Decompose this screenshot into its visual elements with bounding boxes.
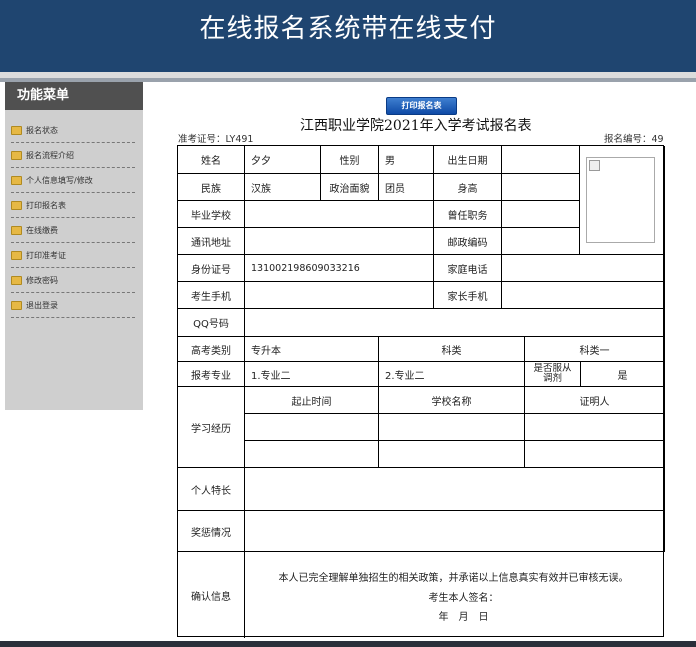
study-school-1 <box>379 414 525 441</box>
value-homephone <box>502 255 665 282</box>
sidebar-item-label: 打印准考证 <box>26 250 66 260</box>
sidebar-item-label: 打印报名表 <box>26 200 66 210</box>
label-period: 起止时间 <box>245 387 379 414</box>
study-period-2 <box>245 441 379 468</box>
value-school <box>245 201 434 228</box>
folder-icon <box>11 225 22 235</box>
value-gender: 男 <box>379 146 434 174</box>
sidebar-item-label: 退出登录 <box>26 300 58 310</box>
sidebar-item-process[interactable]: 报名流程介绍 <box>5 143 143 168</box>
folder-icon <box>11 150 22 160</box>
label-awards: 奖惩情况 <box>178 511 245 552</box>
label-confirm: 确认信息 <box>178 552 245 638</box>
sidebar-item-password[interactable]: 修改密码 <box>5 268 143 293</box>
label-specialty: 个人特长 <box>178 468 245 511</box>
sidebar-item-label: 报名流程介绍 <box>26 150 74 160</box>
value-ethnic: 汉族 <box>245 174 321 201</box>
sidebar-item-print-form[interactable]: 打印报名表 <box>5 193 143 218</box>
value-birth <box>502 146 580 174</box>
label-school-name: 学校名称 <box>379 387 525 414</box>
sidebar-item-label: 在线缴费 <box>26 225 58 235</box>
sidebar-menu: 报名状态 报名流程介绍 个人信息填写/修改 打印报名表 在线缴费 打印准考证 修… <box>5 118 143 318</box>
date-line: 年 月 日 <box>438 612 489 623</box>
label-mobile: 考生手机 <box>178 282 245 309</box>
value-position <box>502 201 580 228</box>
value-idcard: 131002198609033216 <box>245 255 434 282</box>
folder-icon <box>11 175 22 185</box>
signature-line: 考生本人签名： <box>428 593 499 604</box>
sidebar-item-logout[interactable]: 退出登录 <box>5 293 143 318</box>
folder-icon <box>11 250 22 260</box>
value-postcode <box>502 228 580 255</box>
broken-image-icon <box>589 160 600 171</box>
label-adjust: 是否服从调剂 <box>525 362 581 387</box>
sidebar-item-payment[interactable]: 在线缴费 <box>5 218 143 243</box>
value-adjust: 是 <box>581 362 665 387</box>
label-ethnic: 民族 <box>178 174 245 201</box>
label-postcode: 邮政编码 <box>434 228 502 255</box>
ticket-number: 准考证号：LY491 <box>178 134 254 145</box>
label-name: 姓名 <box>178 146 245 174</box>
label-subject: 科类 <box>379 337 525 362</box>
registration-number: 报名编号：49 <box>604 134 664 145</box>
folder-icon <box>11 200 22 210</box>
label-position: 曾任职务 <box>434 201 502 228</box>
sidebar-item-profile[interactable]: 个人信息填写/修改 <box>5 168 143 193</box>
confirm-statement: 本人已完全理解单独招生的相关政策，并承诺以上信息真实有效并已审核无误。 <box>278 573 629 584</box>
folder-icon <box>11 125 22 135</box>
sidebar-item-label: 个人信息填写/修改 <box>26 175 93 185</box>
label-school: 毕业学校 <box>178 201 245 228</box>
sidebar-item-print-ticket[interactable]: 打印准考证 <box>5 243 143 268</box>
photo-placeholder <box>586 157 655 243</box>
label-major: 报考专业 <box>178 362 245 387</box>
label-witness: 证明人 <box>525 387 665 414</box>
app-header: 在线报名系统带在线支付 <box>0 0 696 72</box>
label-exam-type: 高考类别 <box>178 337 245 362</box>
study-witness-1 <box>525 414 665 441</box>
label-birth: 出生日期 <box>434 146 502 174</box>
value-address <box>245 228 434 255</box>
sidebar-item-label: 修改密码 <box>26 275 58 285</box>
label-height: 身高 <box>434 174 502 201</box>
value-subject: 科类一 <box>525 337 665 362</box>
value-politics: 团员 <box>379 174 434 201</box>
value-name: 夕夕 <box>245 146 321 174</box>
study-school-2 <box>379 441 525 468</box>
value-mobile <box>245 282 434 309</box>
value-major-1: 1.专业二 <box>245 362 379 387</box>
sidebar-item-label: 报名状态 <box>26 125 58 135</box>
value-parentphone <box>502 282 665 309</box>
footer-bar <box>0 641 696 647</box>
print-form-button[interactable]: 打印报名表 <box>386 97 457 115</box>
label-address: 通讯地址 <box>178 228 245 255</box>
form-title: 江西职业学院2021年入学考试报名表 <box>300 118 532 134</box>
label-homephone: 家庭电话 <box>434 255 502 282</box>
folder-icon <box>11 275 22 285</box>
confirm-section: 本人已完全理解单独招生的相关政策，并承诺以上信息真实有效并已审核无误。 考生本人… <box>244 552 663 636</box>
value-qq <box>245 309 665 337</box>
label-politics: 政治面貌 <box>321 174 379 201</box>
label-study: 学习经历 <box>178 387 245 468</box>
value-height <box>502 174 580 201</box>
study-witness-2 <box>525 441 665 468</box>
sidebar-title: 功能菜单 <box>5 82 143 110</box>
folder-icon <box>11 300 22 310</box>
label-gender: 性别 <box>321 146 379 174</box>
value-awards <box>245 511 665 552</box>
label-idcard: 身份证号 <box>178 255 245 282</box>
value-exam-type: 专升本 <box>245 337 379 362</box>
app-title: 在线报名系统带在线支付 <box>199 14 497 44</box>
value-specialty <box>245 468 665 511</box>
label-parentphone: 家长手机 <box>434 282 502 309</box>
label-qq: QQ号码 <box>178 309 245 337</box>
study-period-1 <box>245 414 379 441</box>
value-major-2: 2.专业二 <box>379 362 525 387</box>
sidebar-item-status[interactable]: 报名状态 <box>5 118 143 143</box>
